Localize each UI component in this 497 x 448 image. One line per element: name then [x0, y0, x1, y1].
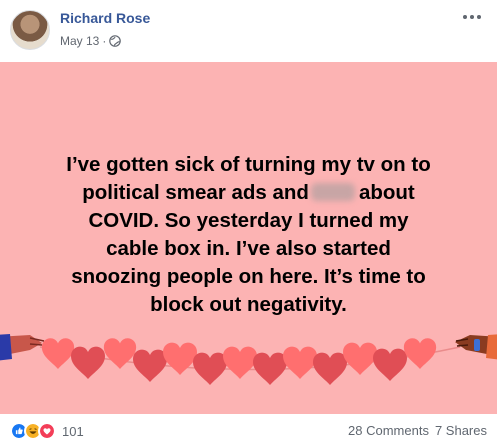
blurred-word: [310, 182, 355, 201]
post-footer: 101 28 Comments 7 Shares: [0, 414, 497, 448]
avatar[interactable]: [10, 10, 50, 50]
engagement-counts: 28 Comments 7 Shares: [348, 423, 487, 438]
love-icon: [38, 422, 56, 440]
comments-count[interactable]: 28 Comments: [348, 423, 429, 438]
post-line-2-end: about: [358, 181, 415, 204]
post-line-5: snoozing people on here. It’s time to: [71, 265, 426, 288]
post-date[interactable]: May 13: [60, 34, 99, 48]
hearts-garland-illustration: [0, 334, 497, 385]
globe-icon: [109, 35, 122, 47]
reaction-count[interactable]: 101: [62, 424, 84, 439]
more-options-icon[interactable]: [461, 10, 483, 24]
post-line-2: political smear ads and: [82, 181, 309, 204]
post-text: I’ve gotten sick of turning my tv on to …: [20, 151, 477, 319]
post-line-4: cable box in. I’ve also started: [106, 237, 391, 260]
reactions-summary[interactable]: 101: [10, 422, 84, 440]
post-line-3: COVID. So yesterday I turned my: [88, 209, 409, 232]
post-line-1: I’ve gotten sick of turning my tv on to: [66, 153, 431, 176]
shares-count[interactable]: 7 Shares: [435, 423, 487, 438]
date-separator: ·: [102, 34, 107, 48]
post-line-6: block out negativity.: [150, 293, 347, 316]
post-background-card: I’ve gotten sick of turning my tv on to …: [0, 62, 497, 414]
author-name[interactable]: Richard Rose: [60, 10, 150, 26]
post-meta: May 13 ·: [60, 34, 122, 48]
post-header: Richard Rose May 13 ·: [0, 0, 497, 62]
